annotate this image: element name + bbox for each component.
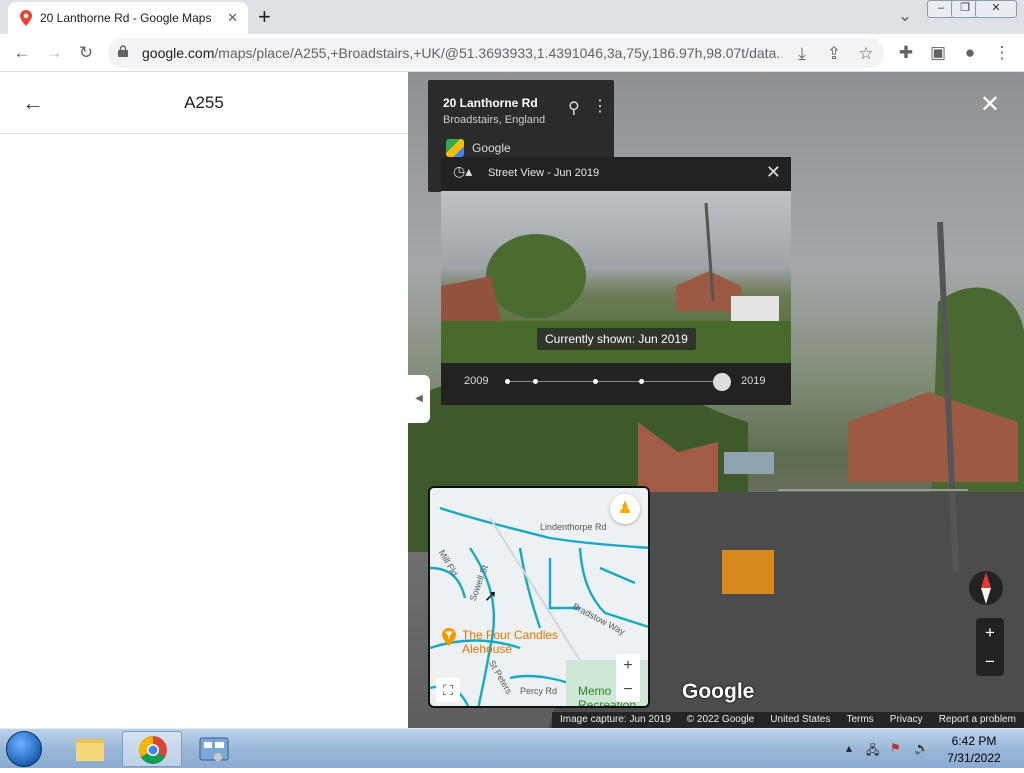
maps-pin-icon (20, 10, 32, 26)
reload-icon[interactable]: ↻ (76, 43, 96, 63)
address-bar[interactable]: google.com/maps/place/A255,+Broadstairs,… (108, 38, 884, 68)
pegman-icon[interactable]: ♟ (610, 494, 640, 524)
volume-icon[interactable]: 🔊 (914, 741, 929, 755)
share-icon[interactable]: ⇪ (824, 44, 844, 64)
timeline-track[interactable] (505, 379, 723, 384)
network-icon[interactable]: 🖧 (866, 741, 879, 762)
history-clock-icon[interactable]: ◷▴ (453, 163, 472, 180)
timeline-stop[interactable] (533, 379, 538, 384)
region-link[interactable]: United States (770, 714, 830, 726)
location-title: 20 Lanthorne Rd (443, 96, 538, 110)
panel-title: A255 (184, 93, 224, 112)
timeline-stop[interactable] (639, 379, 644, 384)
window-close-button[interactable]: ✕ (975, 0, 1017, 18)
attribution-bar: Image capture: Jun 2019 © 2022 Google Un… (552, 712, 1024, 728)
new-tab-button[interactable]: + (258, 4, 271, 30)
mini-map[interactable]: Lindenthorpe Rd Mill Fld Sowell St Brads… (428, 486, 650, 708)
google-logo: Google (682, 680, 755, 703)
zoom-in-button[interactable]: + (976, 618, 1004, 647)
left-panel: ← A255 (0, 72, 408, 728)
mouse-cursor-icon: ➚ (484, 588, 498, 605)
timeline-slider-handle[interactable] (713, 373, 731, 391)
bookmark-star-icon[interactable]: ☆ (856, 44, 876, 64)
chrome-taskbar-button[interactable] (122, 731, 182, 767)
chrome-icon (139, 736, 167, 764)
install-icon[interactable]: ⤓ (792, 44, 812, 64)
clock-date[interactable]: 7/31/2022 (944, 751, 1004, 765)
tab-search-chevron-icon[interactable]: ⌄ (895, 6, 915, 26)
currently-shown-label: Currently shown: Jun 2019 (537, 328, 696, 350)
time-travel-panel: ◷▴ Street View - Jun 2019 ✕ Currently sh… (441, 157, 791, 405)
report-problem-link[interactable]: Report a problem (939, 714, 1016, 726)
folder-icon (76, 739, 104, 761)
tab-title: 20 Lanthorne Rd - Google Maps (40, 11, 212, 25)
timeline-stop[interactable] (505, 379, 510, 384)
settings-window-icon (199, 737, 229, 761)
back-arrow-icon[interactable]: ← (12, 43, 32, 63)
extensions-icon[interactable]: ✚ (896, 43, 916, 63)
compass-icon[interactable] (968, 566, 1004, 612)
terms-link[interactable]: Terms (846, 714, 873, 726)
expand-map-icon[interactable]: ⛶ (436, 678, 460, 702)
lock-icon (118, 45, 128, 57)
control-panel-icon[interactable] (184, 731, 244, 767)
street-view-zoom: + − (976, 618, 1004, 676)
profile-avatar-icon[interactable]: ● (960, 43, 980, 63)
privacy-link[interactable]: Privacy (890, 714, 923, 726)
copyright: © 2022 Google (686, 714, 755, 725)
taskbar: ▴ 🖧 ⚑ 🔊 6:42 PM 7/31/2022 (0, 728, 1024, 768)
street-view[interactable]: ✕ 20 Lanthorne Rd Broadstairs, England ⚲… (408, 72, 1024, 728)
url-text: google.com/maps/place/A255,+Broadstairs,… (142, 45, 782, 61)
panel-header: ← A255 (0, 72, 408, 134)
street-label: Percy Rd (520, 686, 558, 696)
timeline-title: Street View - Jun 2019 (488, 167, 600, 179)
mini-map-zoom-in-button[interactable]: + (616, 654, 640, 678)
timeline-close-icon[interactable]: ✕ (766, 162, 781, 183)
image-source: Google (472, 141, 511, 155)
tab-google-maps[interactable]: 20 Lanthorne Rd - Google Maps ✕ (8, 2, 248, 34)
tab-strip: 20 Lanthorne Rd - Google Maps ✕ + ⌄ – ❐ … (0, 0, 1024, 34)
mini-map-zoom-out-button[interactable]: − (616, 678, 640, 702)
action-center-flag-icon[interactable]: ⚑ (890, 741, 901, 755)
timeline-start-year: 2009 (464, 375, 489, 387)
menu-dots-icon[interactable]: ⋮ (992, 43, 1012, 63)
mini-map-zoom: + − (616, 654, 640, 704)
map-pin-icon[interactable]: ⚲ (568, 98, 580, 118)
zoom-out-button[interactable]: − (976, 647, 1004, 676)
image-capture-date: Image capture: Jun 2019 (560, 714, 671, 725)
collapse-side-panel-button[interactable]: ◀ (408, 375, 430, 423)
side-panel-icon[interactable]: ▣ (928, 43, 948, 63)
tab-close-icon[interactable]: ✕ (227, 10, 238, 26)
street-label: Lindenthorpe Rd (540, 522, 607, 532)
poi-label[interactable]: The Four Candles Alehouse (462, 628, 592, 656)
browser-toolbar: ← → ↻ google.com/maps/place/A255,+Broads… (0, 34, 1024, 72)
start-button[interactable] (6, 731, 42, 767)
timeline-stop[interactable] (593, 379, 598, 384)
clock-time[interactable]: 6:42 PM (944, 734, 1004, 748)
forward-arrow-icon[interactable]: → (44, 43, 64, 63)
show-hidden-icons[interactable]: ▴ (846, 741, 852, 755)
google-maps-logo-icon (446, 139, 464, 157)
timeline-end-year: 2019 (741, 375, 766, 387)
location-subtitle: Broadstairs, England (443, 114, 546, 126)
close-street-view-icon[interactable]: ✕ (980, 90, 1000, 119)
file-explorer-icon[interactable] (60, 731, 120, 767)
bar-poi-icon[interactable] (442, 628, 456, 646)
more-options-icon[interactable]: ⋮ (592, 96, 608, 116)
timeline-preview: Currently shown: Jun 2019 (441, 191, 791, 363)
